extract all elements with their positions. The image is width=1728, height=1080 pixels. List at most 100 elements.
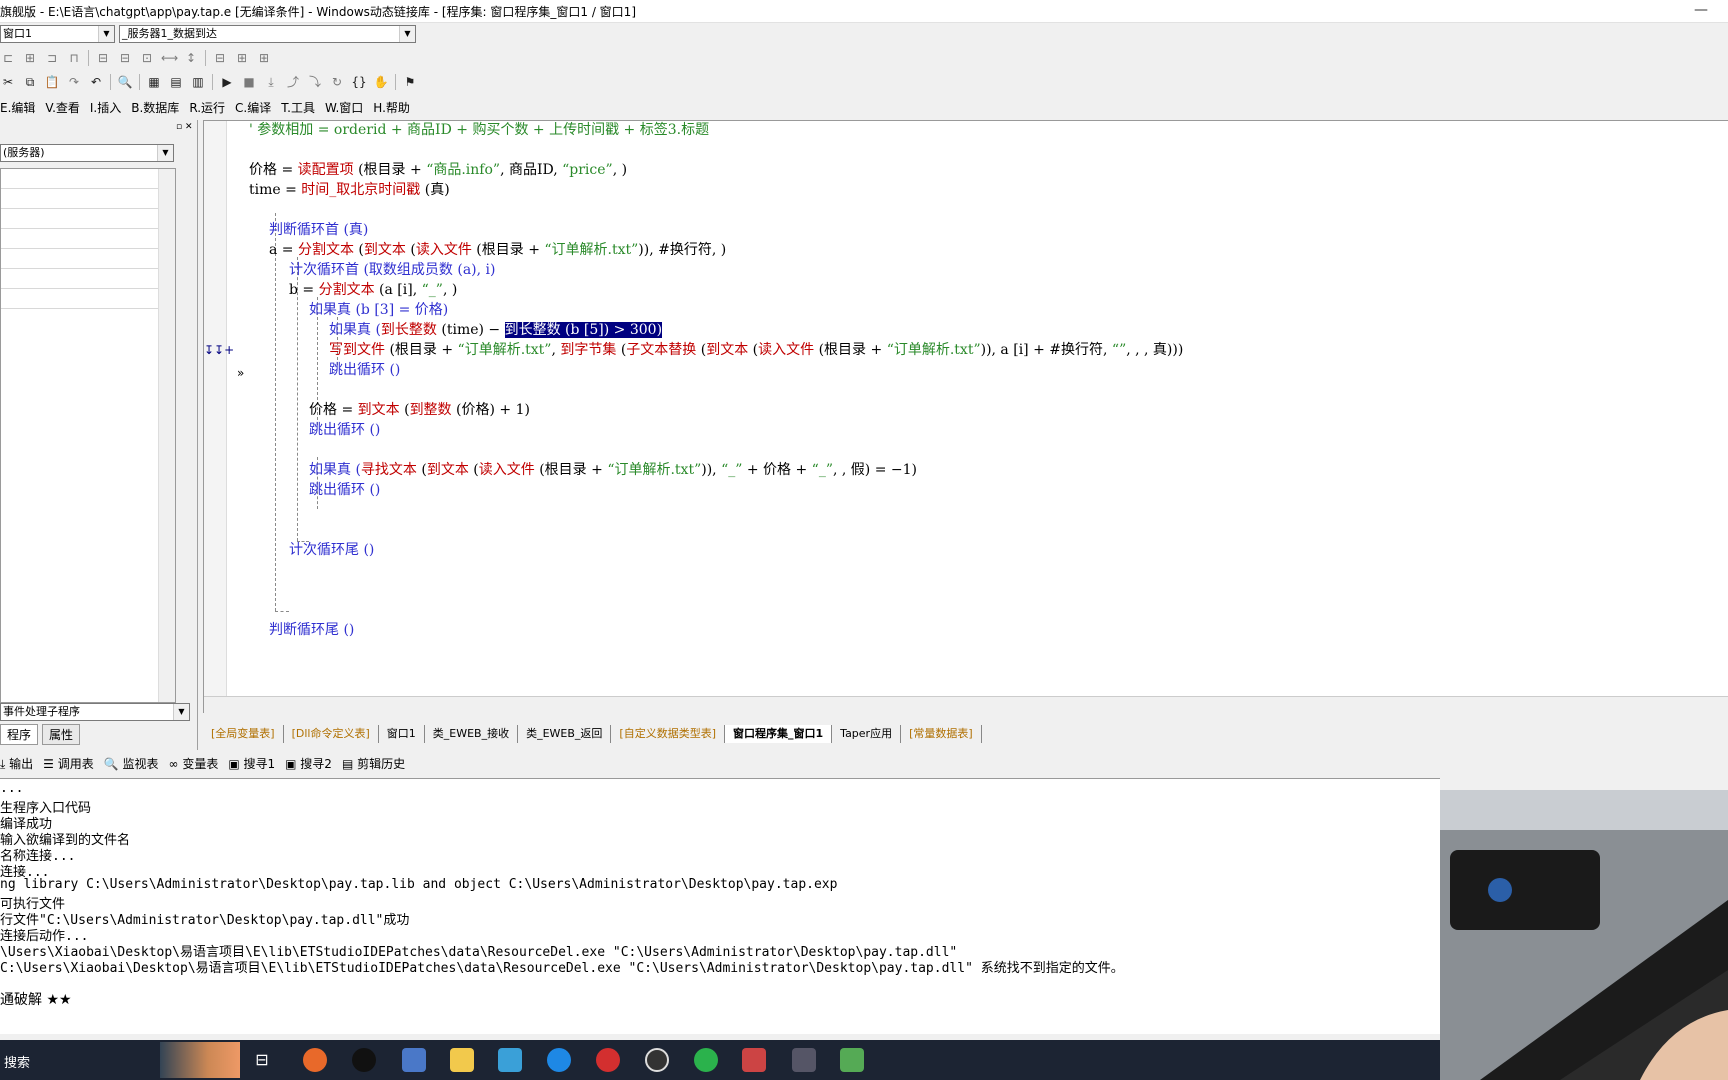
code-line[interactable]: 判断循环首 (真): [269, 220, 368, 240]
wechat-icon[interactable]: [694, 1048, 718, 1072]
align-center-icon[interactable]: ⊞: [22, 50, 38, 66]
code-line[interactable]: 如果真 (b [3] = 价格): [309, 300, 448, 320]
code-line[interactable]: 价格 = 读配置项 (根目录 + “商品.info”, 商品ID, “price…: [249, 160, 627, 180]
tab-call-stack[interactable]: ☰ 调用表: [43, 755, 94, 775]
redo-icon[interactable]: ↷: [66, 74, 82, 90]
output-pane[interactable]: ... 生程序入口代码 编译成功 输入欲编译到的文件名 名称连接... 连接..…: [0, 778, 1440, 1034]
chevron-down-icon[interactable]: ▼: [173, 704, 189, 720]
code-line[interactable]: 判断循环尾 (): [269, 620, 354, 640]
code-line[interactable]: 计次循环尾 (): [289, 540, 374, 560]
menu-item[interactable]: R.运行: [189, 99, 225, 119]
paste-icon[interactable]: 📋: [44, 74, 60, 90]
menu-item[interactable]: C.编译: [235, 99, 271, 119]
v-spacing-icon[interactable]: ↕: [183, 50, 199, 66]
list-item[interactable]: [1, 249, 175, 269]
list-item[interactable]: [1, 189, 175, 209]
tab-watch[interactable]: 🔍 监视表: [104, 755, 159, 775]
center-v-icon[interactable]: ⊞: [234, 50, 250, 66]
list-item[interactable]: [1, 289, 175, 309]
e-language2-icon[interactable]: [840, 1048, 864, 1072]
find-icon[interactable]: 🔍: [117, 74, 133, 90]
app3-icon[interactable]: [547, 1048, 571, 1072]
chevron-down-icon[interactable]: ▼: [399, 26, 415, 42]
menu-item[interactable]: I.插入: [90, 99, 121, 119]
tab-eweb-return[interactable]: 类_EWEB_返回: [518, 725, 612, 743]
panel-controls-icon[interactable]: ▫ ✕: [176, 122, 193, 132]
tab-global-vars[interactable]: [全局变量表]: [203, 725, 284, 743]
code-line[interactable]: 如果真 (寻找文本 (到文本 (读入文件 (根目录 + “订单解析.txt”))…: [309, 460, 917, 480]
layout3-icon[interactable]: ▥: [190, 74, 206, 90]
list-item[interactable]: [1, 269, 175, 289]
tab-search1[interactable]: ▣ 搜寻1: [228, 755, 275, 775]
list-item[interactable]: [1, 169, 175, 189]
event-select[interactable]: _服务器1_数据到达 ▼: [119, 25, 416, 43]
file-explorer-icon[interactable]: [450, 1048, 474, 1072]
tab-window-assembly[interactable]: 窗口程序集_窗口1: [725, 725, 833, 743]
hand-icon[interactable]: ✋: [373, 74, 389, 90]
same-size-icon[interactable]: ⊡: [139, 50, 155, 66]
netease-music-icon[interactable]: [596, 1048, 620, 1072]
code-editor[interactable]: ↧↧+ » ' 参数相加 = orderid + 商品ID + 购买个数 + 上…: [203, 120, 1728, 713]
horizontal-scrollbar[interactable]: [204, 696, 1728, 713]
align-top-icon[interactable]: ⊓: [66, 50, 82, 66]
menu-item[interactable]: T.工具: [281, 99, 315, 119]
center-h-icon[interactable]: ⊟: [212, 50, 228, 66]
tab-taper-app[interactable]: Taper应用: [832, 725, 902, 743]
menu-item[interactable]: W.窗口: [325, 99, 363, 119]
same-width-icon[interactable]: ⊟: [95, 50, 111, 66]
breakpoint-icon[interactable]: {}: [351, 74, 367, 90]
chevron-down-icon[interactable]: ▼: [98, 26, 114, 42]
align-left-icon[interactable]: ⊏: [0, 50, 16, 66]
code-line[interactable]: 跳出循环 (): [309, 420, 380, 440]
same-height-icon[interactable]: ⊟: [117, 50, 133, 66]
cut-icon[interactable]: ✂: [0, 74, 16, 90]
scrollbar[interactable]: [158, 169, 175, 702]
step-out-icon[interactable]: ⤵: [307, 74, 323, 90]
list-item[interactable]: [1, 209, 175, 229]
qq-icon[interactable]: [352, 1048, 376, 1072]
h-spacing-icon[interactable]: ⟷: [161, 50, 178, 66]
property-list[interactable]: [0, 168, 176, 703]
tab-search2[interactable]: ▣ 搜寻2: [285, 755, 332, 775]
align-right-icon[interactable]: ⊐: [44, 50, 60, 66]
list-item[interactable]: [1, 229, 175, 249]
code-line[interactable]: b = 分割文本 (a [i], “_”, ): [289, 280, 457, 300]
code-line[interactable]: 跳出循环 (): [309, 480, 380, 500]
object-select[interactable]: (服务器) ▼: [0, 144, 174, 162]
step-over-icon[interactable]: ⤴: [285, 74, 301, 90]
app2-icon[interactable]: [498, 1048, 522, 1072]
step-into-icon[interactable]: ⤓: [263, 74, 279, 90]
tab-output[interactable]: ⤓ 输出: [0, 755, 33, 775]
grid-icon[interactable]: ⊞: [256, 50, 272, 66]
tab-dll-commands[interactable]: [Dll命令定义表]: [284, 725, 379, 743]
task-view-icon[interactable]: ⊟: [250, 1048, 274, 1072]
code-line[interactable]: 跳出循环 (): [329, 360, 400, 380]
code-line[interactable]: ' 参数相加 = orderid + 商品ID + 购买个数 + 上传时间戳 +…: [249, 120, 709, 140]
code-line[interactable]: 写到文件 (根目录 + “订单解析.txt”, 到字节集 (子文本替换 (到文本…: [329, 340, 1183, 360]
minimize-button[interactable]: —: [1694, 2, 1708, 18]
chevron-down-icon[interactable]: ▼: [157, 145, 173, 161]
menu-item[interactable]: E.编辑: [0, 99, 35, 119]
transfer-icon[interactable]: [792, 1048, 816, 1072]
run-to-cursor-icon[interactable]: ↻: [329, 74, 345, 90]
code-line[interactable]: 计次循环首 (取数组成员数 (a), i): [289, 260, 495, 280]
tab-variables[interactable]: ∞ 变量表: [169, 755, 219, 775]
tab-clip-history[interactable]: ▤ 剪辑历史: [342, 755, 405, 775]
tab-properties[interactable]: 属性: [42, 724, 81, 745]
menu-item[interactable]: B.数据库: [131, 99, 179, 119]
breakpoint-marker-icon[interactable]: ↧↧+: [204, 343, 234, 357]
menu-item[interactable]: V.查看: [45, 99, 79, 119]
tab-program[interactable]: 程序: [0, 724, 39, 745]
tab-constants[interactable]: [常量数据表]: [901, 725, 982, 743]
window-select[interactable]: 窗口1 ▼: [0, 25, 115, 43]
menu-item[interactable]: H.帮助: [373, 99, 410, 119]
tab-window1[interactable]: 窗口1: [379, 725, 425, 743]
code-line[interactable]: 如果真 (到长整数 (time) − 到长整数 (b [5]) > 300): [329, 320, 663, 340]
layout1-icon[interactable]: ▦: [146, 74, 162, 90]
tab-custom-types[interactable]: [自定义数据类型表]: [611, 725, 726, 743]
layout2-icon[interactable]: ▤: [168, 74, 184, 90]
selected-text[interactable]: 到长整数 (b [5]) > 300): [504, 322, 663, 338]
stop-icon[interactable]: ■: [241, 74, 257, 90]
code-line[interactable]: 价格 = 到文本 (到整数 (价格) + 1): [309, 400, 530, 420]
tab-eweb-receive[interactable]: 类_EWEB_接收: [425, 725, 519, 743]
